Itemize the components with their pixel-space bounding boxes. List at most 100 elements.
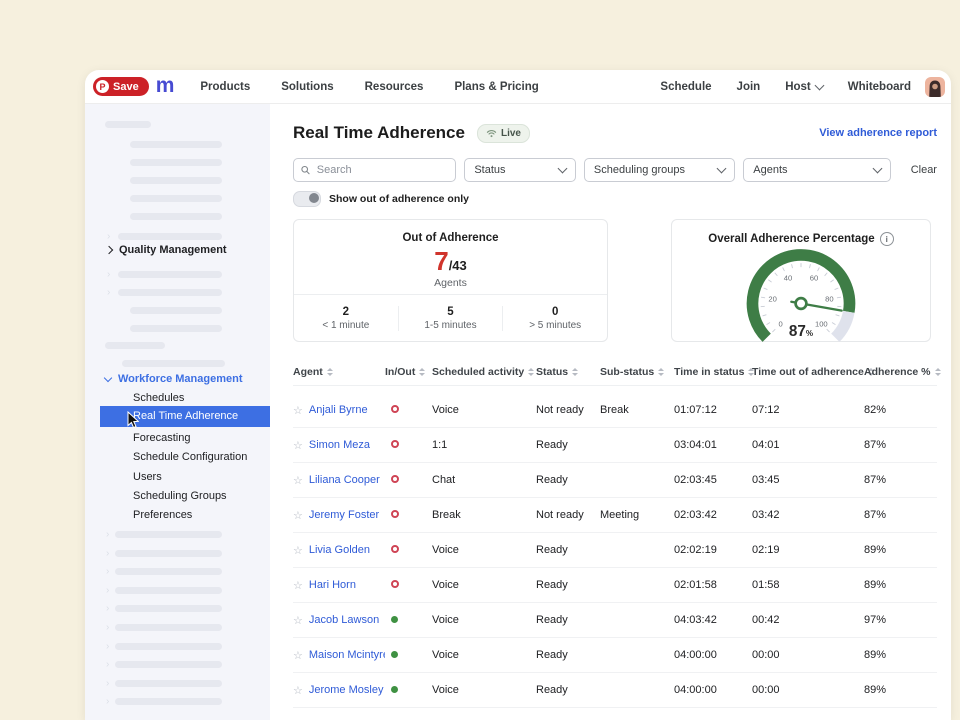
cell-status: Not ready — [536, 509, 600, 521]
sort-icon[interactable] — [419, 368, 425, 376]
nav-whiteboard[interactable]: Whiteboard — [848, 81, 911, 93]
avatar-image — [925, 77, 945, 97]
star-icon[interactable]: ☆ — [293, 439, 303, 452]
table-row: ☆Jeremy FosterBreakNot readyMeeting02:03… — [293, 498, 937, 533]
nav-solutions[interactable]: Solutions — [281, 81, 333, 93]
agent-link[interactable]: Maison Mcintyre — [309, 649, 385, 661]
placeholder-chevron: › — [106, 550, 109, 557]
agent-link[interactable]: Simon Meza — [309, 439, 370, 451]
column-header-sub-status[interactable]: Sub-status — [600, 366, 674, 378]
scheduling-groups-dropdown[interactable]: Scheduling groups — [584, 158, 735, 182]
view-adherence-report-link[interactable]: View adherence report — [819, 127, 937, 139]
cell-activity: Chat — [432, 474, 536, 486]
summary-cards: Out of Adherence 7 /43 Agents 2< 1 minut… — [293, 219, 937, 342]
sidebar-placeholder-item — [115, 624, 222, 631]
column-header-in-out[interactable]: In/Out — [385, 366, 432, 378]
chevron-down-icon — [717, 164, 727, 174]
gauge-tick — [764, 288, 768, 290]
inout-cell — [385, 544, 432, 556]
sidebar-item-quality-management[interactable]: Quality Management — [106, 244, 227, 256]
sort-icon[interactable] — [528, 368, 534, 376]
nav-products[interactable]: Products — [200, 81, 250, 93]
agent-link[interactable]: Jacob Lawson — [309, 614, 379, 626]
column-header-time-in-status[interactable]: Time in status — [674, 366, 752, 378]
sidebar-item-schedule-configuration[interactable]: Schedule Configuration — [133, 450, 247, 464]
clear-filters-button[interactable]: Clear — [911, 164, 937, 176]
sidebar-item-forecasting[interactable]: Forecasting — [133, 431, 190, 445]
cell-activity: Voice — [432, 614, 536, 626]
star-icon[interactable]: ☆ — [293, 404, 303, 417]
out-of-adherence-toggle[interactable] — [293, 191, 321, 207]
sort-icon[interactable] — [935, 368, 941, 376]
out-of-adherence-count: 7 — [434, 248, 448, 274]
agent-link[interactable]: Jerome Mosley — [309, 684, 384, 696]
out-indicator-icon — [391, 580, 399, 588]
cell-time-out: 04:01 — [752, 439, 864, 451]
cell-time-in: 04:03:42 — [674, 614, 752, 626]
nav-right: Schedule Join Host Whiteboard — [660, 81, 911, 93]
page-title: Real Time Adherence — [293, 123, 465, 143]
agent-cell: ☆ Hari Horn — [293, 579, 385, 592]
sidebar-placeholder-item — [115, 568, 222, 575]
star-icon[interactable]: ☆ — [293, 649, 303, 662]
nav-resources[interactable]: Resources — [365, 81, 424, 93]
table-row: ☆Reggie PearsonVoiceReady03:30:0000:0089… — [293, 708, 937, 720]
nav-host[interactable]: Host — [785, 81, 823, 93]
search-input[interactable] — [315, 163, 449, 177]
star-icon[interactable]: ☆ — [293, 544, 303, 557]
gauge-tick — [783, 267, 785, 271]
column-header-agent[interactable]: Agent — [293, 366, 385, 378]
nav-plans-pricing[interactable]: Plans & Pricing — [454, 81, 538, 93]
star-icon[interactable]: ☆ — [293, 509, 303, 522]
star-icon[interactable]: ☆ — [293, 474, 303, 487]
status-dropdown[interactable]: Status — [464, 158, 576, 182]
search-box[interactable] — [293, 158, 456, 182]
column-label: Status — [536, 366, 568, 378]
placeholder-chevron: › — [106, 698, 109, 705]
sort-icon[interactable] — [658, 368, 664, 376]
sidebar: › › › Quality Management Workforce Managem… — [85, 104, 270, 720]
sidebar-item-schedules[interactable]: Schedules — [133, 391, 184, 405]
agent-link[interactable]: Anjali Byrne — [309, 404, 368, 416]
gauge-tick — [825, 273, 828, 276]
placeholder-chevron: › — [106, 605, 109, 612]
cell-adherence: 87% — [864, 509, 934, 521]
cell-time-out: 00:00 — [752, 649, 864, 661]
inout-cell — [385, 579, 432, 591]
sort-icon[interactable] — [572, 368, 578, 376]
sort-icon[interactable] — [327, 368, 333, 376]
info-icon[interactable]: i — [880, 232, 894, 246]
column-header-time-out-of-adherence[interactable]: Time out of adherence — [752, 366, 864, 378]
gauge-tick — [768, 280, 771, 282]
agent-link[interactable]: Livia Golden — [309, 544, 370, 556]
star-icon[interactable]: ☆ — [293, 684, 303, 697]
user-avatar[interactable] — [925, 77, 945, 97]
breakdown-label: > 5 minutes — [503, 320, 607, 331]
column-header-scheduled-activity[interactable]: Scheduled activity — [432, 366, 536, 378]
agent-link[interactable]: Jeremy Foster — [309, 509, 379, 521]
gauge-tick — [832, 322, 835, 324]
star-icon[interactable]: ☆ — [293, 579, 303, 592]
sidebar-item-scheduling-groups[interactable]: Scheduling Groups — [133, 489, 227, 503]
nav-join[interactable]: Join — [737, 81, 761, 93]
sidebar-item-real-time-adherence-selected[interactable]: Real Time Adherence — [100, 406, 270, 427]
pinterest-save-button[interactable]: P Save — [93, 77, 149, 96]
cell-time-in: 04:00:00 — [674, 649, 752, 661]
star-icon[interactable]: ☆ — [293, 614, 303, 627]
column-header-adherence-[interactable]: Adherence % — [864, 366, 934, 378]
miro-logo[interactable]: m — [156, 75, 175, 96]
agent-link[interactable]: Liliana Cooper — [309, 474, 380, 486]
placeholder-chevron: › — [106, 531, 109, 538]
sidebar-item-preferences[interactable]: Preferences — [133, 508, 192, 522]
column-header-status[interactable]: Status — [536, 366, 600, 378]
sidebar-placeholder-item — [122, 360, 225, 367]
sidebar-item-users[interactable]: Users — [133, 470, 162, 484]
nav-schedule[interactable]: Schedule — [660, 81, 711, 93]
cell-activity: Voice — [432, 544, 536, 556]
cell-time-out: 07:12 — [752, 404, 864, 416]
sidebar-item-workforce-management[interactable]: Workforce Management — [105, 373, 243, 385]
agents-dropdown[interactable]: Agents — [743, 158, 890, 182]
cell-adherence: 89% — [864, 684, 934, 696]
in-indicator-icon — [391, 616, 398, 623]
agent-link[interactable]: Hari Horn — [309, 579, 356, 591]
